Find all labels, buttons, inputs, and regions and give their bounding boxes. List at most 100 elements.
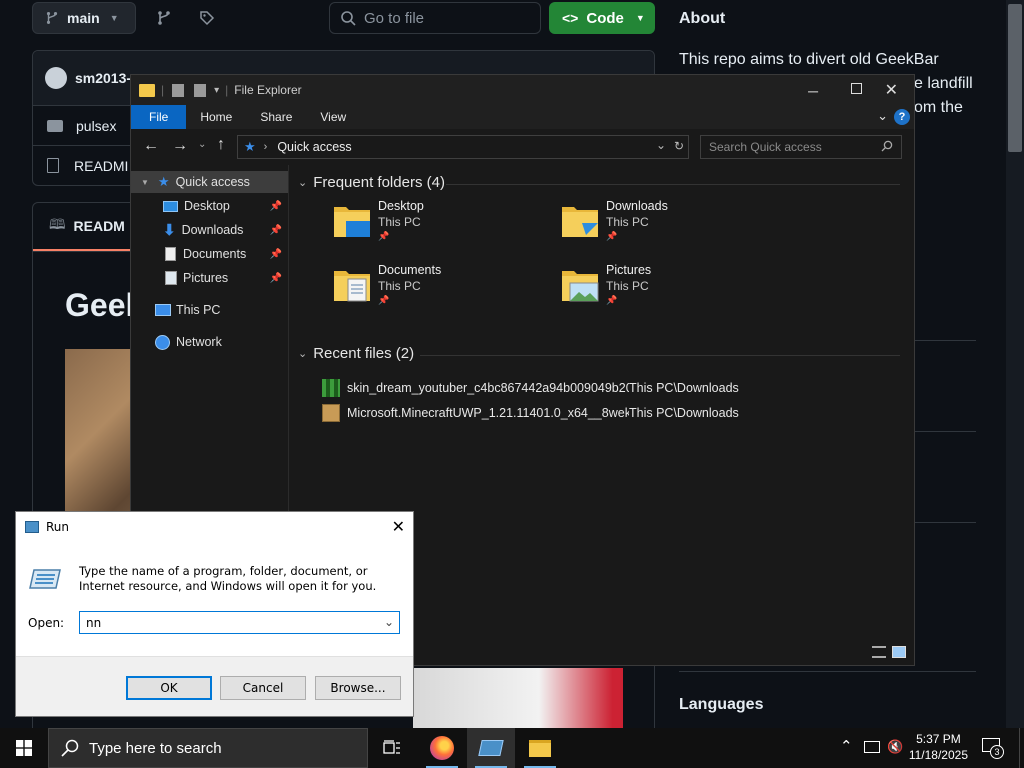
large-icons-view-icon[interactable] xyxy=(892,646,906,658)
run-title: Run xyxy=(46,520,70,534)
nav-this-pc[interactable]: This PC xyxy=(131,299,288,321)
ok-button[interactable]: OK xyxy=(126,676,212,700)
cancel-button[interactable]: Cancel xyxy=(220,676,306,700)
open-value: nn xyxy=(86,615,102,630)
computer-icon xyxy=(155,304,171,316)
ribbon-tabs: File Home Share View ⌄ ? xyxy=(131,105,914,129)
taskbar-search-placeholder: Type here to search xyxy=(89,739,222,757)
maximize-icon[interactable] xyxy=(851,83,862,94)
star-icon: ★ xyxy=(157,174,170,189)
file-icon xyxy=(47,158,59,173)
scrollbar-thumb[interactable] xyxy=(1008,4,1022,152)
back-arrow-icon[interactable]: ← xyxy=(143,137,159,155)
task-view-button[interactable] xyxy=(368,728,416,768)
clock-date: 11/18/2025 xyxy=(908,748,968,762)
run-titlebar[interactable]: Run ✕ xyxy=(16,512,413,542)
frequent-folders-header[interactable]: ⌄ Frequent folders (4) xyxy=(298,174,445,191)
breadcrumb[interactable]: Quick access xyxy=(277,140,351,154)
pin-icon: 📌 xyxy=(269,272,282,284)
branch-icon xyxy=(46,12,58,24)
expand-icon: ▼ xyxy=(141,177,149,187)
pin-icon: 📌 xyxy=(378,231,390,241)
forward-arrow-icon[interactable]: → xyxy=(172,137,188,155)
tab-view[interactable]: View xyxy=(306,105,360,129)
tile-name: Pictures xyxy=(606,263,652,277)
section-divider xyxy=(446,184,900,185)
pin-icon: 📌 xyxy=(606,295,618,305)
up-arrow-icon[interactable]: ↑ xyxy=(217,136,225,154)
properties-icon[interactable] xyxy=(172,83,185,97)
nav-quick-access[interactable]: ▼ ★ Quick access xyxy=(131,171,288,193)
tile-name: Downloads xyxy=(606,199,668,213)
new-folder-icon[interactable] xyxy=(194,83,207,97)
folder-tile-documents[interactable]: Documents This PC 📌 xyxy=(332,263,552,319)
help-icon[interactable]: ? xyxy=(894,109,910,125)
address-dropdown-icon[interactable]: ⌄ xyxy=(656,138,666,152)
chevron-down-icon: ⌄ xyxy=(298,177,308,189)
browse-button[interactable]: Browse... xyxy=(315,676,401,700)
nav-pictures[interactable]: Pictures 📌 xyxy=(131,267,288,289)
nav-desktop[interactable]: Desktop 📌 xyxy=(131,195,288,217)
close-icon[interactable]: ✕ xyxy=(392,517,405,536)
folder-tile-pictures[interactable]: Pictures This PC 📌 xyxy=(560,263,780,319)
recent-files-header[interactable]: ⌄ Recent files (2) xyxy=(298,345,414,362)
firefox-button[interactable] xyxy=(418,728,466,768)
tab-home[interactable]: Home xyxy=(186,105,246,129)
go-to-file-input[interactable]: Go to file xyxy=(329,2,541,34)
tile-name: Desktop xyxy=(378,199,424,213)
folder-tile-downloads[interactable]: Downloads This PC 📌 xyxy=(560,199,780,255)
volume-muted-icon[interactable]: 🔇 xyxy=(887,739,903,755)
avatar[interactable] xyxy=(45,67,67,89)
document-icon xyxy=(165,247,176,261)
recent-file-row[interactable]: Microsoft.MinecraftUWP_1.21.11401.0_x64_… xyxy=(322,402,739,424)
explorer-titlebar[interactable]: | ▾ | File Explorer ─ ✕ xyxy=(131,75,914,105)
frequent-folders-title: Frequent folders (4) xyxy=(313,174,445,191)
network-status-icon[interactable] xyxy=(864,741,880,753)
notification-count-badge: 3 xyxy=(990,745,1004,759)
search-box[interactable]: Search Quick access xyxy=(700,135,902,159)
desktop-folder-icon xyxy=(334,207,370,237)
expand-ribbon-icon[interactable]: ⌄ xyxy=(877,108,888,124)
run-description: Type the name of a program, folder, docu… xyxy=(79,564,377,593)
commit-user[interactable]: sm2013- xyxy=(75,70,131,86)
clock[interactable]: 5:37 PM 11/18/2025 xyxy=(909,731,968,763)
notifications-button[interactable]: 3 xyxy=(982,737,1006,759)
nav-documents[interactable]: Documents 📌 xyxy=(131,243,288,265)
run-taskbar-button[interactable] xyxy=(467,728,515,768)
details-view-icon[interactable] xyxy=(872,646,886,658)
branch-selector[interactable]: main ▼ xyxy=(32,2,136,34)
readme-tab[interactable]: 🕮 READM xyxy=(33,203,133,251)
refresh-icon[interactable]: ↻ xyxy=(674,139,684,153)
tile-location: This PC xyxy=(606,215,649,229)
nav-downloads[interactable]: ⬇ Downloads 📌 xyxy=(131,219,288,241)
recent-locations-icon[interactable]: ⌄ xyxy=(198,139,206,150)
taskbar-search[interactable]: Type here to search xyxy=(48,728,368,768)
start-button[interactable] xyxy=(0,728,48,768)
sidebar-divider xyxy=(679,671,976,672)
breadcrumb-chevron-icon: › xyxy=(263,141,268,153)
branch-name: main xyxy=(67,10,100,26)
customize-qat-icon[interactable]: ▾ xyxy=(214,85,219,96)
branches-icon[interactable] xyxy=(156,10,172,29)
address-bar[interactable]: ★ › Quick access ⌄ ↻ xyxy=(237,135,689,159)
folder-tile-desktop[interactable]: Desktop This PC 📌 xyxy=(332,199,552,255)
file-explorer-taskbar-button[interactable] xyxy=(516,728,564,768)
network-icon xyxy=(155,334,170,350)
tab-share[interactable]: Share xyxy=(246,105,306,129)
nav-network[interactable]: Network xyxy=(131,331,288,353)
star-icon: ★ xyxy=(244,139,256,154)
tag-icon[interactable] xyxy=(199,10,215,29)
show-hidden-icons-icon[interactable]: ⌃ xyxy=(840,737,853,755)
recent-file-row[interactable]: skin_dream_youtuber_c4bc867442a94b009049… xyxy=(322,377,739,399)
tile-location: This PC xyxy=(606,279,649,293)
close-icon[interactable]: ✕ xyxy=(885,80,898,100)
window-title: File Explorer xyxy=(234,83,302,97)
page-scrollbar[interactable] xyxy=(1006,0,1024,730)
open-combobox[interactable]: nn ⌄ xyxy=(79,611,400,634)
code-button[interactable]: <> Code ▼ xyxy=(549,2,655,34)
code-label: Code xyxy=(586,9,624,27)
chevron-down-icon[interactable]: ⌄ xyxy=(384,615,394,629)
show-desktop-button[interactable] xyxy=(1019,728,1024,768)
tab-file[interactable]: File xyxy=(131,105,187,129)
minimize-icon[interactable]: ─ xyxy=(808,83,818,99)
